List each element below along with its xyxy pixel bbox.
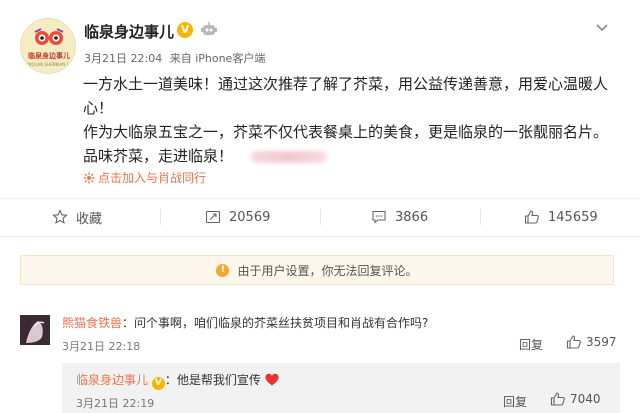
comment-like-button[interactable]: 3597 <box>566 334 617 350</box>
comment-reply-button[interactable]: 回复 <box>519 336 543 353</box>
vip-robot-icon[interactable] <box>200 22 218 38</box>
heart-icon <box>265 373 279 386</box>
comment-icon <box>372 210 386 224</box>
notice-text: 由于用户设置，你无法回复评论。 <box>237 263 418 278</box>
reply-like-button[interactable]: 7040 <box>550 391 601 407</box>
post-date[interactable]: 3月21日 22:04 <box>84 52 162 65</box>
info-icon: ! <box>216 263 230 277</box>
avatar-logo-text: 临泉身边事儿 <box>28 52 70 60</box>
avatar-logo-subtext: LINQUAN SHENBIAN SHIER <box>25 62 76 67</box>
comment-item: 熊猫食铁兽：问个事啊，咱们临泉的芥菜丝扶贫项目和肖战有合作吗? 3月21日 22… <box>20 312 620 358</box>
repost-count: 20569 <box>229 209 271 225</box>
commenter-avatar-image <box>20 315 50 345</box>
favorite-label: 收藏 <box>76 211 103 227</box>
comment-text: 熊猫食铁兽：问个事啊，咱们临泉的芥菜丝扶贫项目和肖战有合作吗? <box>62 314 428 331</box>
action-separator <box>160 209 161 225</box>
favorite-button[interactable]: 收藏 <box>52 199 102 235</box>
post-text-line: 作为大临泉五宝之一，芥菜不仅代表餐桌上的美食，更是临泉的一张靓丽名片。 <box>83 123 609 141</box>
commenter-avatar[interactable] <box>20 315 50 345</box>
post-meta: 3月21日 22:04 来自 iPhone客户端 <box>84 50 269 66</box>
comment-time: 3月21日 22:18 <box>62 340 141 353</box>
post-text-line: 品味芥菜，走进临泉！ <box>83 144 623 168</box>
thumbs-up-icon <box>550 392 565 406</box>
reply-separator: ： <box>164 373 177 387</box>
star-icon <box>52 209 68 224</box>
spark-icon <box>83 172 95 184</box>
repost-icon <box>205 210 221 224</box>
avatar-mascot-icon <box>34 28 64 45</box>
repost-button[interactable]: 20569 <box>205 199 270 235</box>
action-separator <box>480 209 481 225</box>
reply-content: 他是帮我们宣传 <box>176 373 261 387</box>
like-button[interactable]: 145659 <box>524 199 598 235</box>
post-source: 来自 iPhone客户端 <box>169 52 266 65</box>
reply-time: 3月21日 22:19 <box>76 397 155 410</box>
commenter-name[interactable]: 熊猫食铁兽 <box>62 316 122 330</box>
comment-button[interactable]: 3866 <box>371 199 428 235</box>
reply-like-count: 7040 <box>570 392 601 406</box>
topic-link[interactable]: 点击加入与肖战同行 <box>83 169 206 186</box>
post-text-line-3: 品味芥菜，走进临泉！ <box>83 147 234 165</box>
action-separator <box>320 209 321 225</box>
reply-disabled-notice: ! 由于用户设置，你无法回复评论。 <box>20 255 614 285</box>
post-text-line: 一方水土一道美味！通过这次推荐了解了芥菜，用公益传递善意，用爱心温暖人心！ <box>83 75 609 117</box>
comment-count: 3866 <box>395 209 429 225</box>
chevron-down-icon[interactable] <box>592 18 612 38</box>
post-header: 临泉身边事儿 LINQUAN SHENBIAN SHIER 临泉身边事儿 V 3… <box>20 18 620 78</box>
replier-name[interactable]: 临泉身边事儿 <box>76 373 148 387</box>
divider <box>0 236 640 237</box>
verified-v-icon: V <box>151 377 165 390</box>
verified-v-icon: V <box>177 22 193 38</box>
like-count: 145659 <box>548 209 598 225</box>
thumbs-up-icon <box>566 335 581 349</box>
reply-reply-button[interactable]: 回复 <box>503 393 527 410</box>
reply-item: 临泉身边事儿 V ：他是帮我们宣传 3月21日 22:19 回复 7040 <box>62 363 620 413</box>
topic-name[interactable]: 与肖战同行 <box>146 171 206 185</box>
comment-content: 问个事啊，咱们临泉的芥菜丝扶贫项目和肖战有合作吗? <box>134 316 429 330</box>
post-body: 一方水土一道美味！通过这次推荐了解了芥菜，用公益传递善意，用爱心温暖人心！ 作为… <box>83 72 623 168</box>
comment-separator: ： <box>122 316 135 330</box>
author-name[interactable]: 临泉身边事儿 <box>84 21 174 42</box>
cut-off-row <box>22 292 142 298</box>
comment-like-count: 3597 <box>586 335 617 349</box>
reply-text: 临泉身边事儿 V ：他是帮我们宣传 <box>76 371 279 390</box>
author-avatar[interactable]: 临泉身边事儿 LINQUAN SHENBIAN SHIER <box>20 18 76 74</box>
action-bar: 收藏 20569 3866 145659 <box>0 199 640 235</box>
topic-action-text: 点击加入 <box>98 171 147 185</box>
redacted-blur <box>251 150 328 163</box>
thumbs-up-icon <box>524 210 539 224</box>
